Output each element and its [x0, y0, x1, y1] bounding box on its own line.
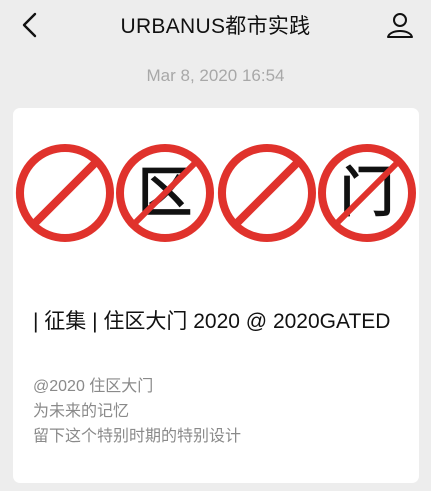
article-description: @2020 住区大门 为未来的记忆 留下这个特别时期的特别设计: [33, 374, 399, 449]
chevron-left-icon: [22, 12, 37, 38]
article-title[interactable]: | 征集 | 住区大门 2020 @ 2020GATED: [33, 306, 399, 337]
description-line: 留下这个特别时期的特别设计: [33, 428, 242, 445]
person-icon: [387, 13, 413, 38]
back-button[interactable]: [14, 8, 46, 42]
description-line: @2020 住区大门: [33, 378, 154, 395]
prohibition-sign-icon: [217, 144, 316, 242]
article-banner-image: 区 门: [15, 144, 416, 242]
prohibition-sign-icon: [15, 144, 114, 242]
gate-sign-icon: 门: [318, 144, 416, 242]
page-title: URBANUS都市实践: [120, 15, 311, 38]
message-timestamp: Mar 8, 2020 16:54: [146, 66, 285, 85]
description-line: 为未来的记忆: [33, 403, 130, 420]
article-card[interactable]: 区 门 | 征集 | 住区大门 2020 @ 2020GATED @2020 住…: [13, 108, 419, 483]
district-sign-icon: 区: [116, 144, 214, 242]
nav-bar: URBANUS都市实践: [0, 0, 431, 50]
profile-button[interactable]: [383, 8, 417, 42]
